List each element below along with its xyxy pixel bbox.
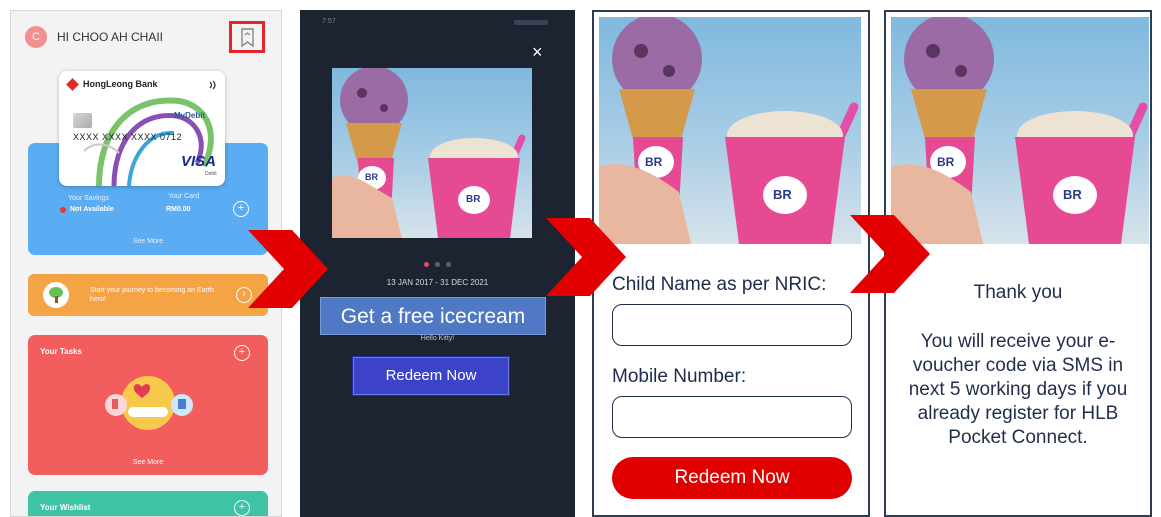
- brand-logo: BR: [466, 194, 481, 205]
- plus-circle-icon[interactable]: +: [234, 500, 250, 516]
- brand-logo: BR: [773, 187, 792, 202]
- flow-screenshot: C HI CHOO AH CHAII HongLeong Bank MyDebi…: [0, 0, 1161, 517]
- carousel-dot[interactable]: [424, 262, 429, 267]
- close-icon[interactable]: ×: [532, 42, 543, 63]
- savings-see-more[interactable]: See More: [28, 238, 268, 245]
- debit-card[interactable]: HongLeong Bank MyDebit XXXX XXXX XXXX 07…: [59, 71, 225, 186]
- promo-image: BR BR: [332, 68, 532, 238]
- mobile-number-label: Mobile Number:: [612, 366, 747, 387]
- redeem-form-screen: BR BR Child Name as per NRIC: Mobile Num…: [592, 10, 870, 517]
- thank-you-heading: Thank you: [973, 282, 1063, 303]
- promo-subtext: Hello Kitty!: [420, 335, 455, 342]
- promo-date-range: 13 JAN 2017 - 31 DEC 2021: [386, 278, 489, 287]
- card-label: Your Card: [168, 193, 200, 200]
- confirmation-message: You will receive your e-voucher code via…: [908, 331, 1128, 448]
- status-time: 7:57: [322, 18, 336, 25]
- tasks-see-more[interactable]: See More: [28, 459, 268, 466]
- promo-image: BR BR: [891, 17, 1149, 244]
- earth-hero-text: Start your journey to becoming an Earth …: [90, 287, 214, 303]
- wishlist-panel[interactable]: Your Wishlist +: [28, 491, 268, 516]
- bookmark-icon[interactable]: [238, 27, 257, 48]
- promo-image: BR BR: [599, 17, 861, 244]
- carousel-dot[interactable]: [446, 262, 451, 267]
- child-name-input[interactable]: [612, 304, 852, 346]
- chip-icon: [73, 113, 92, 128]
- tree-icon: [43, 282, 69, 308]
- thank-you-screen: BR BR Thank you You will receive your e-…: [884, 10, 1152, 517]
- ice-cream-illustration: [891, 17, 1148, 244]
- mydebit-badge: MyDebit: [174, 111, 206, 120]
- earth-hero-banner[interactable]: Start your journey to becoming an Earth …: [28, 274, 268, 316]
- wishlist-title: Your Wishlist: [40, 503, 91, 512]
- visa-logo: VISA: [181, 153, 217, 170]
- tasks-illustration: [105, 376, 193, 430]
- plus-circle-icon[interactable]: +: [233, 201, 249, 217]
- child-name-label: Child Name as per NRIC:: [612, 274, 827, 295]
- avatar[interactable]: C: [25, 26, 47, 48]
- plus-circle-icon[interactable]: +: [234, 345, 250, 361]
- ice-cream-illustration: [332, 68, 526, 238]
- brand-logo: BR: [937, 155, 955, 169]
- savings-label: Your Savings: [68, 195, 109, 202]
- mobile-number-input[interactable]: [612, 396, 852, 438]
- app-home-screen: C HI CHOO AH CHAII HongLeong Bank MyDebi…: [10, 10, 282, 517]
- carousel-dot[interactable]: [435, 262, 440, 267]
- status-indicators: [514, 20, 548, 25]
- savings-value: Not Available: [70, 206, 114, 213]
- debit-label: Debit: [205, 171, 217, 177]
- chevron-right-icon[interactable]: ›: [236, 287, 252, 303]
- card-value: RM0.00: [166, 206, 191, 213]
- redeem-now-button[interactable]: Redeem Now: [612, 457, 852, 499]
- tasks-title: Your Tasks: [40, 347, 82, 356]
- brand-logo: BR: [365, 172, 378, 182]
- bookmark-highlight[interactable]: [229, 21, 265, 53]
- contactless-icon: [209, 80, 216, 90]
- bank-name: HongLeong Bank: [83, 79, 158, 89]
- card-number: XXXX XXXX XXXX 0712: [73, 132, 183, 142]
- alert-dot-icon: [60, 207, 66, 213]
- greeting: HI CHOO AH CHAII: [57, 30, 164, 44]
- carousel-dots[interactable]: [300, 254, 575, 272]
- ice-cream-illustration: [599, 17, 859, 244]
- brand-logo: BR: [1063, 187, 1082, 202]
- brand-logo: BR: [645, 155, 663, 169]
- promo-headline: Get a free icecream: [320, 297, 546, 335]
- promo-popup-screen: 7:57 × BR BR 13 JAN 2017 - 31 DEC 2021 G…: [300, 10, 575, 517]
- tasks-panel[interactable]: Your Tasks + See More: [28, 335, 268, 475]
- redeem-now-button[interactable]: Redeem Now: [353, 357, 509, 395]
